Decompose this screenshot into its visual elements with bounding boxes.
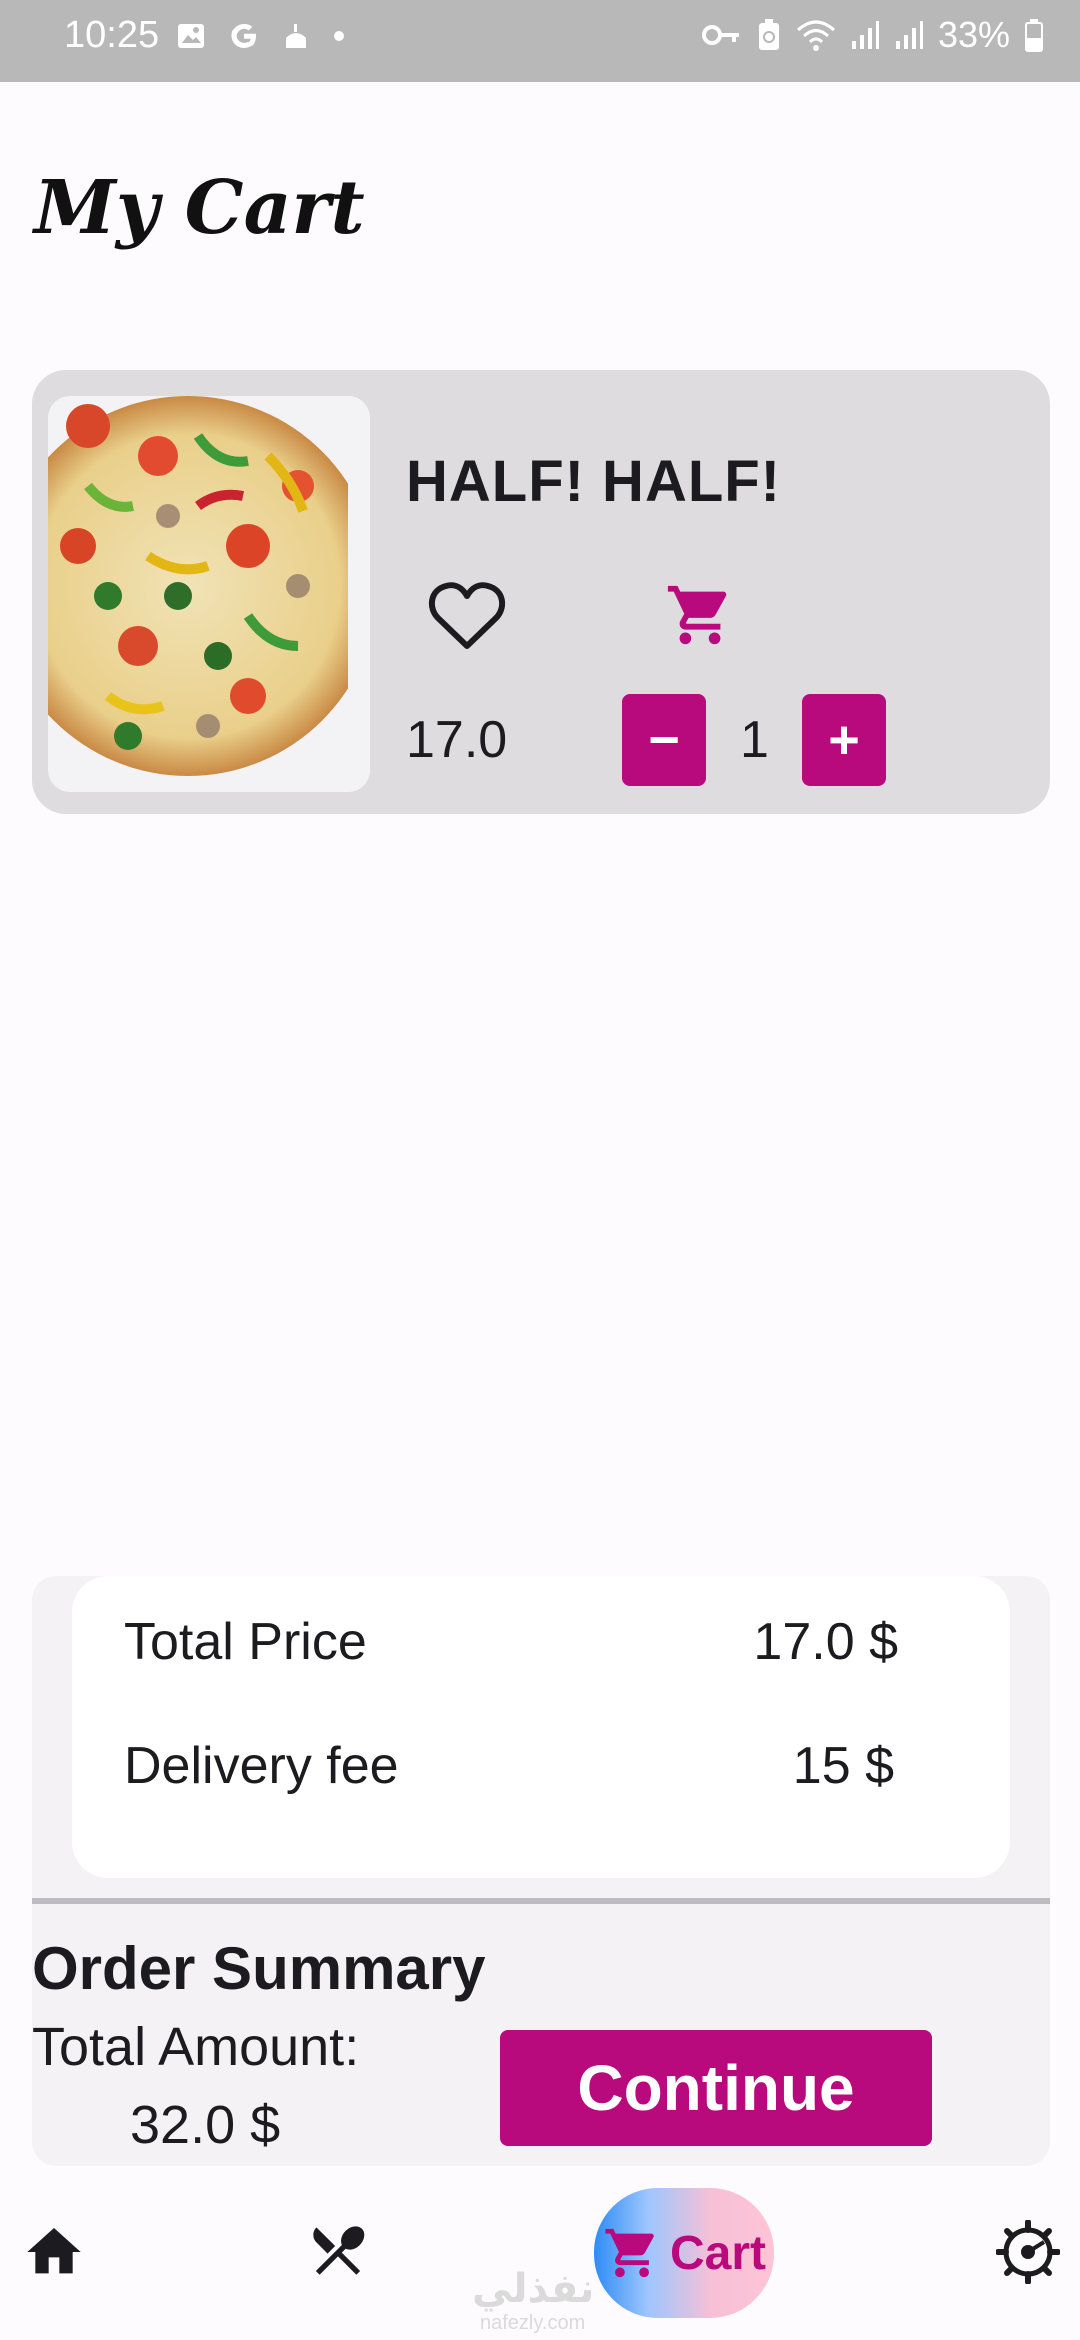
heart-outline-icon xyxy=(428,582,506,649)
battery-icon xyxy=(1025,19,1043,52)
quantity-value: 1 xyxy=(740,711,769,769)
cart-item-card: HALF! HALF! 17.0 − 1 + xyxy=(32,370,1050,814)
battery-percent: 33% xyxy=(937,14,1010,55)
signal-icon xyxy=(851,21,879,49)
item-price: 17.0 xyxy=(406,711,508,769)
nav-cart[interactable]: Cart xyxy=(594,2188,774,2318)
nav-menu[interactable] xyxy=(306,2218,370,2282)
summary-panel: Total Price 17.0 $ Delivery fee 15 $ Ord… xyxy=(32,1576,1050,2166)
cart-icon xyxy=(605,2228,654,2278)
status-left-icons xyxy=(176,20,346,52)
order-summary-title: Order Summary xyxy=(32,1935,486,2002)
signal-icon xyxy=(895,21,923,49)
wifi-icon xyxy=(796,20,835,51)
delivery-fee-label: Delivery fee xyxy=(124,1737,399,1795)
price-breakdown: Total Price 17.0 $ Delivery fee 15 $ xyxy=(72,1576,1010,1878)
divider xyxy=(32,1898,1050,1904)
cart-icon xyxy=(667,585,727,645)
gear-icon xyxy=(995,2219,1061,2285)
pizza-image xyxy=(48,396,370,792)
battery-saver-icon xyxy=(758,19,779,50)
favorite-button[interactable] xyxy=(428,580,506,652)
google-icon xyxy=(231,24,256,48)
nav-home[interactable] xyxy=(20,2220,88,2284)
status-right-icons: 33% xyxy=(701,14,1044,56)
watermark-latin: nafezly.com xyxy=(480,2312,586,2334)
nav-cart-label: Cart xyxy=(669,2226,767,2280)
key-icon xyxy=(701,25,739,45)
total-price-value: 17.0 $ xyxy=(753,1613,898,1671)
status-time: 10:25 xyxy=(64,14,160,56)
watermark-arabic: نفذلي xyxy=(472,2266,595,2312)
item-name: HALF! HALF! xyxy=(406,449,782,514)
total-price-label: Total Price xyxy=(124,1613,367,1671)
page-title: My Cart xyxy=(34,165,365,251)
total-amount-value: 32.0 $ xyxy=(130,2095,281,2155)
image-icon xyxy=(178,24,204,48)
continue-button[interactable]: Continue xyxy=(500,2030,932,2146)
decrease-quantity-button[interactable]: − xyxy=(622,694,706,786)
mosque-icon xyxy=(286,24,306,48)
dot-icon xyxy=(334,31,344,41)
nav-settings[interactable] xyxy=(995,2219,1061,2285)
add-to-cart-button[interactable] xyxy=(664,580,736,650)
increase-quantity-button[interactable]: + xyxy=(802,694,886,786)
home-icon xyxy=(27,2228,81,2274)
total-amount-label: Total Amount: xyxy=(32,2017,360,2077)
delivery-fee-value: 15 $ xyxy=(792,1737,894,1795)
fork-knife-icon xyxy=(313,2226,365,2275)
status-bar: 10:25 33% xyxy=(0,0,1080,82)
